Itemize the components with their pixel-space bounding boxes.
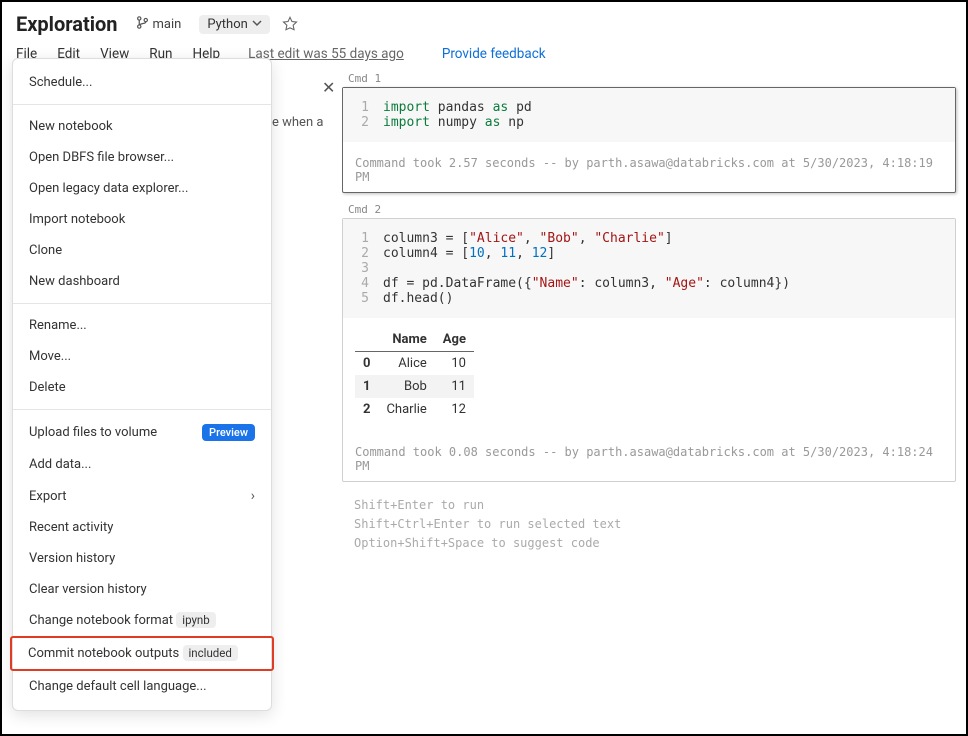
language-selector[interactable]: Python <box>199 15 269 34</box>
menu-separator <box>13 409 271 410</box>
cell-1-status: Command took 2.57 seconds -- by parth.as… <box>343 142 955 192</box>
table-row: 0Alice10 <box>355 352 474 376</box>
close-icon[interactable]: ✕ <box>322 78 335 97</box>
table-row: 1Bob11 <box>355 375 474 398</box>
included-badge: included <box>183 645 238 661</box>
menu-item-label: Open DBFS file browser... <box>29 150 174 165</box>
hint-line: Shift+Ctrl+Enter to run selected text <box>354 515 944 534</box>
branch-icon <box>136 16 149 33</box>
commit-outputs-highlight: Commit notebook outputs included <box>10 636 274 671</box>
menu-item-label: Change default cell language... <box>29 679 207 694</box>
menu-import-notebook[interactable]: Import notebook <box>13 204 271 235</box>
menu-open-legacy[interactable]: Open legacy data explorer... <box>13 173 271 204</box>
dataframe-output: NameAge 0Alice10 1Bob11 2Charlie12 <box>343 318 955 431</box>
language-label: Python <box>207 17 247 32</box>
menu-separator <box>13 303 271 304</box>
menu-delete[interactable]: Delete <box>13 372 271 403</box>
menu-item-label: Change notebook format <box>29 613 173 628</box>
branch-selector[interactable]: main <box>130 14 188 35</box>
line-number: 1 <box>343 231 383 246</box>
left-column: ✕ e when a Schedule... New notebook Open… <box>2 70 342 732</box>
menu-new-dashboard[interactable]: New dashboard <box>13 266 271 297</box>
last-edit-info[interactable]: Last edit was 55 days ago <box>248 46 404 62</box>
menu-open-dbfs[interactable]: Open DBFS file browser... <box>13 142 271 173</box>
menu-rename[interactable]: Rename... <box>13 310 271 341</box>
menu-separator <box>13 104 271 105</box>
menu-item-label: Add data... <box>29 457 91 472</box>
cmd1-label: Cmd 1 <box>342 70 956 87</box>
menu-schedule-label: Schedule... <box>29 75 92 90</box>
menu-item-label: Clone <box>29 243 62 258</box>
line-number: 2 <box>343 115 383 130</box>
menu-item-label: Recent activity <box>29 520 113 535</box>
menu-move[interactable]: Move... <box>13 341 271 372</box>
hint-line: Shift+Enter to run <box>354 496 944 515</box>
notebook-main: Cmd 1 1import pandas as pd 2import numpy… <box>342 70 966 732</box>
col-age: Age <box>435 328 474 352</box>
chevron-right-icon: › <box>251 488 255 504</box>
file-menu-dropdown: Schedule... New notebook Open DBFS file … <box>12 58 272 711</box>
cmd2-label: Cmd 2 <box>342 201 956 218</box>
cell-1[interactable]: 1import pandas as pd 2import numpy as np… <box>342 87 956 193</box>
notebook-title: Exploration <box>16 12 118 36</box>
cell-2-code[interactable]: 1column3 = ["Alice", "Bob", "Charlie"] 2… <box>343 219 955 318</box>
menu-recent-activity[interactable]: Recent activity <box>13 512 271 543</box>
menu-schedule[interactable]: Schedule... <box>13 67 271 98</box>
menu-item-label: Version history <box>29 551 115 566</box>
line-number: 2 <box>343 246 383 261</box>
format-badge: ipynb <box>176 612 215 628</box>
menu-version-history[interactable]: Version history <box>13 543 271 574</box>
line-number: 3 <box>343 261 383 276</box>
menu-item-label: Open legacy data explorer... <box>29 181 188 196</box>
menu-clear-version[interactable]: Clear version history <box>13 574 271 605</box>
menu-item-label: Export <box>29 489 67 504</box>
col-name: Name <box>378 328 434 352</box>
menu-item-label: Rename... <box>29 318 87 333</box>
menu-item-label: Import notebook <box>29 212 125 227</box>
cell-2[interactable]: 1column3 = ["Alice", "Bob", "Charlie"] 2… <box>342 218 956 482</box>
line-number: 5 <box>343 291 383 306</box>
menu-item-label: Move... <box>29 349 71 364</box>
provide-feedback-link[interactable]: Provide feedback <box>442 46 546 62</box>
table-row: 2Charlie12 <box>355 398 474 421</box>
menu-item-label: Commit notebook outputs <box>28 646 179 661</box>
menu-item-label: New notebook <box>29 119 113 134</box>
cell-1-code[interactable]: 1import pandas as pd 2import numpy as np <box>343 88 955 142</box>
menu-change-format[interactable]: Change notebook format ipynb <box>13 605 271 636</box>
menu-item-label: New dashboard <box>29 274 120 289</box>
menu-change-lang[interactable]: Change default cell language... <box>13 671 271 702</box>
menu-add-data[interactable]: Add data... <box>13 449 271 480</box>
chevron-down-icon <box>252 17 262 32</box>
menu-export[interactable]: Export › <box>13 480 271 512</box>
menu-upload-volume[interactable]: Upload files to volume Preview <box>13 416 271 449</box>
star-icon[interactable] <box>282 16 298 32</box>
branch-name: main <box>153 17 182 32</box>
cell-2-status: Command took 0.08 seconds -- by parth.as… <box>343 431 955 481</box>
menu-clone[interactable]: Clone <box>13 235 271 266</box>
hint-line: Option+Shift+Space to suggest code <box>354 534 944 553</box>
header: Exploration main Python <box>2 2 966 40</box>
keyboard-hints: Shift+Enter to run Shift+Ctrl+Enter to r… <box>342 490 956 560</box>
menu-commit-outputs[interactable]: Commit notebook outputs included <box>12 638 272 669</box>
line-number: 1 <box>343 100 383 115</box>
line-number: 4 <box>343 276 383 291</box>
background-fragment: e when a <box>272 115 323 130</box>
menu-item-label: Clear version history <box>29 582 147 597</box>
menu-new-notebook[interactable]: New notebook <box>13 111 271 142</box>
menu-item-label: Upload files to volume <box>29 425 157 440</box>
menu-item-label: Delete <box>29 380 66 395</box>
preview-badge: Preview <box>202 424 255 441</box>
dataframe-table: NameAge 0Alice10 1Bob11 2Charlie12 <box>355 328 474 421</box>
